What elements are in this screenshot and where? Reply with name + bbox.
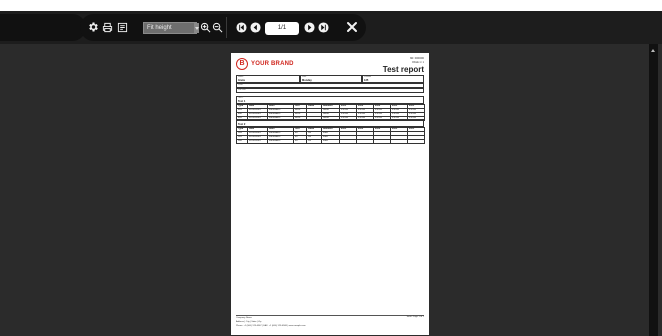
table-cell [407, 139, 425, 144]
field-name: Name Greta [236, 75, 300, 83]
printer-icon[interactable] [102, 22, 113, 33]
footer-address: Address | City | State | Zip [236, 321, 262, 323]
field-date: Date Monday [300, 75, 362, 83]
export-icon[interactable] [117, 22, 128, 33]
footer-divider [236, 315, 424, 316]
results-table-2: Type Date Desc. Unit Value Remarks 20x1 … [236, 127, 425, 144]
section-label: Test 2 [238, 120, 244, 122]
field-label: Plant [238, 84, 243, 86]
doc-page-line: PAGE 1 / 1 [412, 61, 424, 64]
viewer-edge [658, 44, 662, 336]
field-label: Name [238, 76, 244, 78]
zoom-in-icon[interactable] [200, 22, 211, 33]
brand-logo: B [236, 58, 248, 70]
field-value: Monday [302, 79, 312, 82]
field-value: Greta [238, 79, 245, 82]
report-page: B YOUR BRAND NR. 0000000 PAGE 1 / 1 Test… [231, 53, 429, 335]
section-value: Test 2 [238, 123, 246, 126]
field-label: Pre-Text [238, 89, 246, 91]
footer-contact: Phone: +1 (000) 123-4567 | FAX: +1 (000)… [236, 325, 306, 327]
table-cell [356, 139, 374, 144]
doc-number: NR. 0000000 [409, 57, 424, 60]
gear-icon[interactable] [87, 21, 99, 33]
table-cell: 306 [236, 139, 248, 144]
toolbar-left-panel [0, 14, 86, 41]
table-row: 306 10.06.2024 Lubrication Zn Ok Paid [236, 139, 425, 144]
field-position: Position 125 [362, 75, 424, 83]
report-title: Test report [382, 65, 424, 74]
page-indicator[interactable]: 1/1 [265, 22, 299, 35]
brand-name: YOUR BRAND [251, 61, 294, 67]
field-label: Position [364, 76, 372, 78]
zoom-mode-select[interactable]: Fit height [143, 22, 197, 34]
vertical-scrollbar[interactable] [649, 44, 658, 336]
table-cell: 10.06.2024 [247, 139, 268, 144]
viewer-toolbar [0, 11, 662, 44]
section-header: Test 2 Test 2 [236, 119, 424, 127]
table-cell [339, 139, 357, 144]
close-icon[interactable] [346, 21, 358, 33]
section-label: Test 1 [238, 97, 244, 99]
section-value: Test 1 [238, 100, 246, 103]
table-cell: Paid [321, 139, 340, 144]
footer-page-number: Seite: Page 1 of 1 [406, 316, 424, 318]
toolbar-divider [226, 17, 227, 38]
field-pretext: Pre-Text [236, 88, 424, 93]
scroll-up-icon[interactable] [651, 49, 655, 52]
top-strip [0, 0, 662, 11]
table-cell [390, 139, 408, 144]
zoom-out-icon[interactable] [212, 22, 223, 33]
previous-page-icon[interactable] [250, 22, 261, 33]
table-cell: Ok [306, 139, 322, 144]
last-page-icon[interactable] [318, 22, 329, 33]
footer-company: Company Name [236, 317, 252, 319]
table-cell [373, 139, 391, 144]
table-cell: Zn [293, 139, 307, 144]
next-page-icon[interactable] [304, 22, 315, 33]
field-label: Date [302, 76, 307, 78]
table-cell: Lubrication [267, 139, 294, 144]
chevron-down-icon[interactable] [194, 23, 199, 33]
field-value: 125 [364, 79, 369, 82]
section-header: Test 1 Test 1 [236, 96, 424, 104]
first-page-icon[interactable] [236, 22, 247, 33]
